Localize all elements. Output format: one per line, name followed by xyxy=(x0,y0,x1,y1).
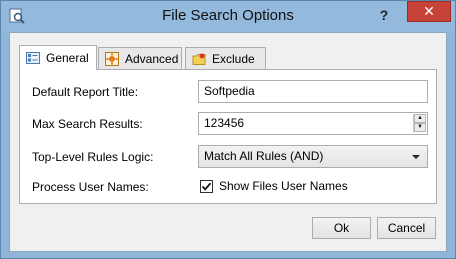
title-bar[interactable]: File Search Options ? ✕ xyxy=(1,1,455,32)
spin-down-button[interactable]: ▼ xyxy=(414,123,426,132)
file-search-options-dialog: File Search Options ? ✕ General Advanced… xyxy=(0,0,456,259)
rules-logic-value: Match All Rules (AND) xyxy=(204,149,324,163)
dialog-body: General Advanced Exclude Default Report … xyxy=(9,32,447,252)
tab-exclude-label: Exclude xyxy=(212,51,255,66)
tab-advanced-label: Advanced xyxy=(125,51,179,66)
process-users-label: Process User Names: xyxy=(32,180,149,194)
general-tab-panel: Default Report Title: Softpedia Max Sear… xyxy=(19,69,437,204)
advanced-icon xyxy=(105,51,119,66)
spin-up-button[interactable]: ▲ xyxy=(414,114,426,123)
cancel-button[interactable]: Cancel xyxy=(377,217,436,239)
chevron-down-icon xyxy=(412,155,420,159)
checkmark-icon xyxy=(201,182,212,191)
rules-logic-dropdown[interactable]: Match All Rules (AND) xyxy=(198,145,428,168)
help-button[interactable]: ? xyxy=(372,5,396,25)
report-title-label: Default Report Title: xyxy=(32,85,139,99)
exclude-icon xyxy=(192,52,206,66)
max-results-spinbox[interactable]: 123456 ▲ ▼ xyxy=(198,112,428,135)
tab-general[interactable]: General xyxy=(19,45,97,70)
max-results-label: Max Search Results: xyxy=(32,117,143,131)
tab-exclude[interactable]: Exclude xyxy=(185,47,266,69)
report-title-value: Softpedia xyxy=(204,84,255,98)
report-title-input[interactable]: Softpedia xyxy=(198,80,428,103)
spinner: ▲ ▼ xyxy=(413,114,426,133)
max-results-value: 123456 xyxy=(204,116,245,130)
close-button[interactable]: ✕ xyxy=(407,1,451,22)
rules-logic-label: Top-Level Rules Logic: xyxy=(32,150,154,164)
show-users-label[interactable]: Show Files User Names xyxy=(219,179,348,193)
ok-button[interactable]: Ok xyxy=(312,217,371,239)
tab-advanced[interactable]: Advanced xyxy=(98,47,182,69)
show-users-checkbox[interactable] xyxy=(200,180,213,193)
general-icon xyxy=(26,51,40,65)
tab-general-label: General xyxy=(46,51,89,65)
